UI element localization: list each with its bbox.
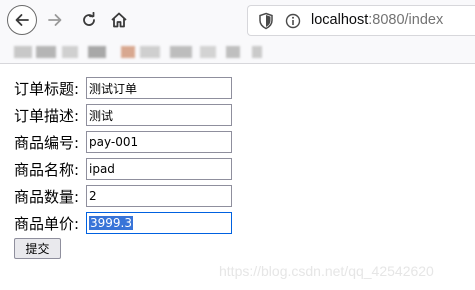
watermark: https://blog.csdn.net/qq_42542620 <box>219 263 434 279</box>
reload-icon <box>83 12 95 26</box>
bookmark-item[interactable] <box>14 46 32 58</box>
address-bar[interactable]: localhost:8080/index <box>247 5 475 36</box>
unit-price-selected-text: 3999.3 <box>89 216 133 230</box>
url-host: localhost <box>311 12 369 28</box>
bookmark-item[interactable] <box>252 46 262 58</box>
home-button[interactable] <box>104 5 134 35</box>
form-row-order-desc: 订单描述: <box>14 104 232 126</box>
product-name-label: 商品名称: <box>14 160 80 179</box>
back-icon <box>15 14 29 26</box>
bookmark-item[interactable] <box>121 46 135 58</box>
form-row-order-title: 订单标题: <box>14 77 232 99</box>
bookmark-item[interactable] <box>88 46 106 58</box>
bookmark-item[interactable] <box>226 46 240 58</box>
forward-button[interactable] <box>40 5 70 35</box>
order-desc-input[interactable] <box>86 104 232 126</box>
quantity-input[interactable] <box>86 185 232 207</box>
bookmark-item[interactable] <box>200 46 216 58</box>
browser-toolbar: localhost:8080/index <box>0 0 475 40</box>
form-row-unit-price: 商品单价: 3999.3 <box>14 212 232 234</box>
product-id-input[interactable] <box>86 131 232 153</box>
quantity-label: 商品数量: <box>14 187 80 206</box>
url-text[interactable]: localhost:8080/index <box>311 12 443 28</box>
order-title-input[interactable] <box>86 77 232 99</box>
bookmark-item[interactable] <box>62 46 78 58</box>
order-title-label: 订单标题: <box>14 79 80 98</box>
unit-price-label: 商品单价: <box>14 214 80 233</box>
bookmark-item[interactable] <box>140 46 160 58</box>
order-desc-label: 订单描述: <box>14 106 80 125</box>
form-row-quantity: 商品数量: <box>14 185 232 207</box>
info-icon[interactable] <box>285 13 301 29</box>
product-id-label: 商品编号: <box>14 133 80 152</box>
back-button[interactable] <box>7 5 37 35</box>
url-path: :8080/index <box>368 12 444 28</box>
bookmark-item[interactable] <box>36 46 56 58</box>
unit-price-input[interactable]: 3999.3 <box>86 212 232 234</box>
bookmarks-bar <box>0 40 475 64</box>
reload-button[interactable] <box>74 5 104 35</box>
shield-icon[interactable] <box>258 12 274 30</box>
product-name-input[interactable] <box>86 158 232 180</box>
home-icon <box>111 12 127 28</box>
bookmark-item[interactable] <box>170 46 192 58</box>
form-row-product-id: 商品编号: <box>14 131 232 153</box>
forward-icon <box>48 14 62 26</box>
submit-button[interactable]: 提交 <box>14 238 61 259</box>
form-row-product-name: 商品名称: <box>14 158 232 180</box>
